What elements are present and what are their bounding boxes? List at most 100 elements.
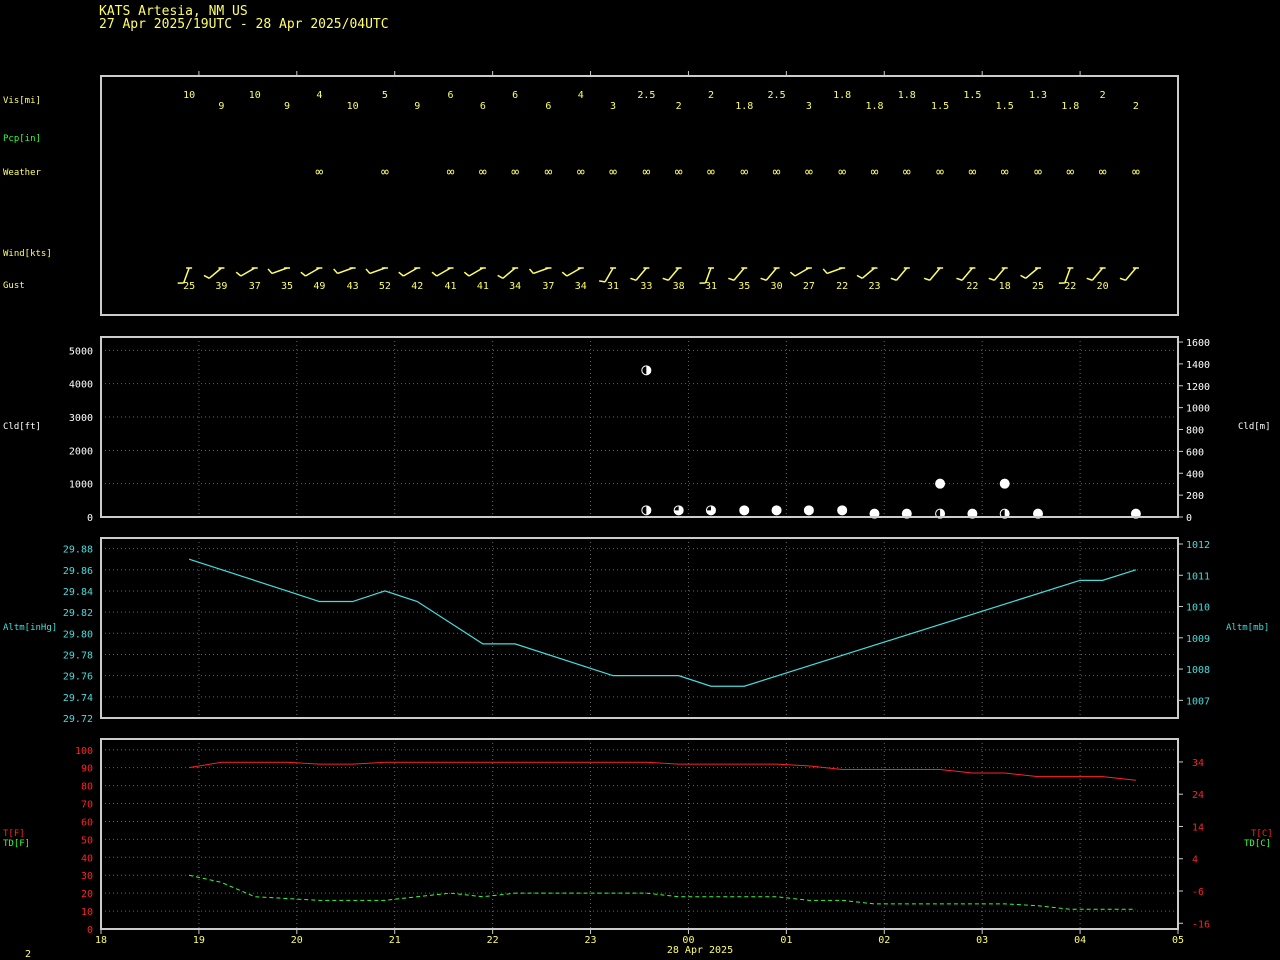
altimeter-mb-tick-label: 1011 (1186, 571, 1210, 582)
wind-barb-staff (993, 267, 1006, 281)
wind-barb-staff (635, 267, 647, 281)
wind-barb-flag (463, 271, 470, 277)
gust-value: 41 (445, 281, 457, 292)
visibility-value: 2 (708, 90, 714, 101)
wind-barb-staff (733, 267, 745, 281)
cloud-panel-frame (100, 336, 1179, 518)
visibility-value: 2 (1100, 90, 1106, 101)
wind-barb-staff (468, 267, 484, 277)
altimeter-inhg-tick-label: 29.74 (63, 693, 93, 704)
wind-barb-staff (826, 267, 843, 275)
altimeter-inhg-tick-label: 29.86 (63, 566, 93, 577)
cloud-ft-tick-label: 5000 (69, 346, 93, 357)
altimeter-inhg-tick-label: 29.80 (63, 629, 93, 640)
wind-barb-staff (794, 267, 810, 277)
visibility-value: 2 (676, 101, 682, 112)
wind-barb-flag (1119, 277, 1126, 281)
gust-value: 22 (966, 281, 978, 292)
visibility-value: 3 (610, 101, 616, 112)
cloud-cover-marker (837, 505, 848, 516)
weather-symbol: ∞ (740, 165, 748, 180)
time-axis-tick-label: 23 (585, 935, 597, 946)
temperature-panel: 0102030405060708090100-16-6414243418 19 20… (75, 739, 1210, 946)
cloud-cover-fill (1000, 479, 1010, 489)
gust-value: 41 (477, 281, 489, 292)
wind-barb-flag (235, 271, 242, 277)
cloud-cover-marker (641, 365, 652, 376)
time-axis-tick-label: 18 (95, 935, 107, 946)
altimeter-mb-tick-label: 1012 (1186, 540, 1210, 551)
label-td-c: TD[C] (1244, 839, 1271, 849)
cloud-cover-marker (803, 505, 814, 516)
gust-value: 37 (249, 281, 261, 292)
label-td-f: TD[F] (3, 839, 30, 849)
label-gust: Gust (3, 281, 25, 291)
wind-barb-staff (1025, 267, 1039, 279)
label-altm-mb: Altm[mb] (1226, 623, 1269, 633)
label-altm-inhg: Altm[inHg] (3, 623, 57, 633)
time-axis-tick-label: 22 (487, 935, 499, 946)
visibility-value: 6 (480, 101, 486, 112)
temperature-f-tick-label: 30 (81, 871, 93, 882)
visibility-value: 10 (249, 90, 261, 101)
label-t-f: T[F] (3, 829, 25, 839)
altimeter-panel: 29.72 29.74 29.76 29.78 29.80 29.82 29.84 29.86… (63, 538, 1210, 725)
altimeter-panel-frame (100, 537, 1179, 719)
wind-barb-staff (765, 267, 778, 281)
cloud-m-tick-label: 400 (1186, 469, 1204, 480)
time-axis-tick-label: 02 (878, 935, 890, 946)
weather-symbol: ∞ (838, 165, 846, 180)
period-title: 27 Apr 2025/19UTC - 28 Apr 2025/04UTC (99, 17, 389, 32)
cloud-cover-fill (935, 479, 945, 489)
gust-value: 43 (347, 281, 359, 292)
time-axis-tick-label: 20 (291, 935, 303, 946)
label-cld-m: Cld[m] (1238, 422, 1271, 432)
temperature-f-tick-label: 70 (81, 800, 93, 811)
gust-value: 18 (999, 281, 1011, 292)
weather-symbol: ∞ (642, 165, 650, 180)
altimeter-inhg-tick-label: 29.76 (63, 672, 93, 683)
gust-value: 35 (738, 281, 750, 292)
wind-barb-flag (630, 277, 637, 281)
time-axis-tick-label: 21 (389, 935, 401, 946)
visibility-value: 1.8 (735, 101, 753, 112)
wind-barb-flag (333, 268, 339, 274)
temperature-line (189, 761, 1136, 781)
label-cld-ft: Cld[ft] (3, 422, 41, 432)
weather-symbol: ∞ (805, 165, 813, 180)
wind-barb-staff (604, 267, 614, 283)
weather-symbol: ∞ (1001, 165, 1009, 180)
wind-barb-flag (528, 268, 534, 274)
wind-barb-flag (561, 271, 568, 277)
cloud-cover-marker (739, 505, 750, 516)
wind-barb-staff (369, 267, 386, 275)
cloud-cover-fill (804, 505, 814, 515)
date-label: 28 Apr 2025 (667, 945, 733, 956)
gust-value: 25 (1032, 281, 1044, 292)
visibility-value: 6 (512, 90, 518, 101)
temperature-f-tick-label: 20 (81, 889, 93, 900)
temperature-f-tick-label: 90 (81, 764, 93, 775)
visibility-value: 5 (382, 90, 388, 101)
cloud-panel: 0 1000 2000 3000 4000 5000 0 200 400 600 800 1000 12… (69, 337, 1210, 524)
gust-value: 42 (411, 281, 423, 292)
temperature-c-tick-label: -16 (1192, 919, 1210, 930)
cloud-m-tick-label: 0 (1186, 513, 1192, 524)
wind-barb-staff (1091, 267, 1104, 281)
visibility-value: 10 (347, 101, 359, 112)
visibility-value: 6 (448, 90, 454, 101)
cloud-cover-fill (772, 505, 782, 515)
temperature-c-tick-label: 4 (1192, 855, 1198, 866)
cloud-cover-marker (673, 505, 684, 516)
visibility-value: 1.5 (963, 90, 981, 101)
gust-value: 30 (771, 281, 783, 292)
wind-barb-staff (436, 267, 451, 277)
visibility-value: 2 (1133, 101, 1139, 112)
wind-barb-staff (861, 267, 875, 279)
cloud-cover-marker (935, 478, 946, 489)
gust-value: 49 (313, 281, 325, 292)
visibility-value: 9 (218, 101, 224, 112)
gust-value: 20 (1097, 281, 1109, 292)
visibility-value: 6 (545, 101, 551, 112)
cloud-m-tick-label: 1000 (1186, 404, 1210, 415)
